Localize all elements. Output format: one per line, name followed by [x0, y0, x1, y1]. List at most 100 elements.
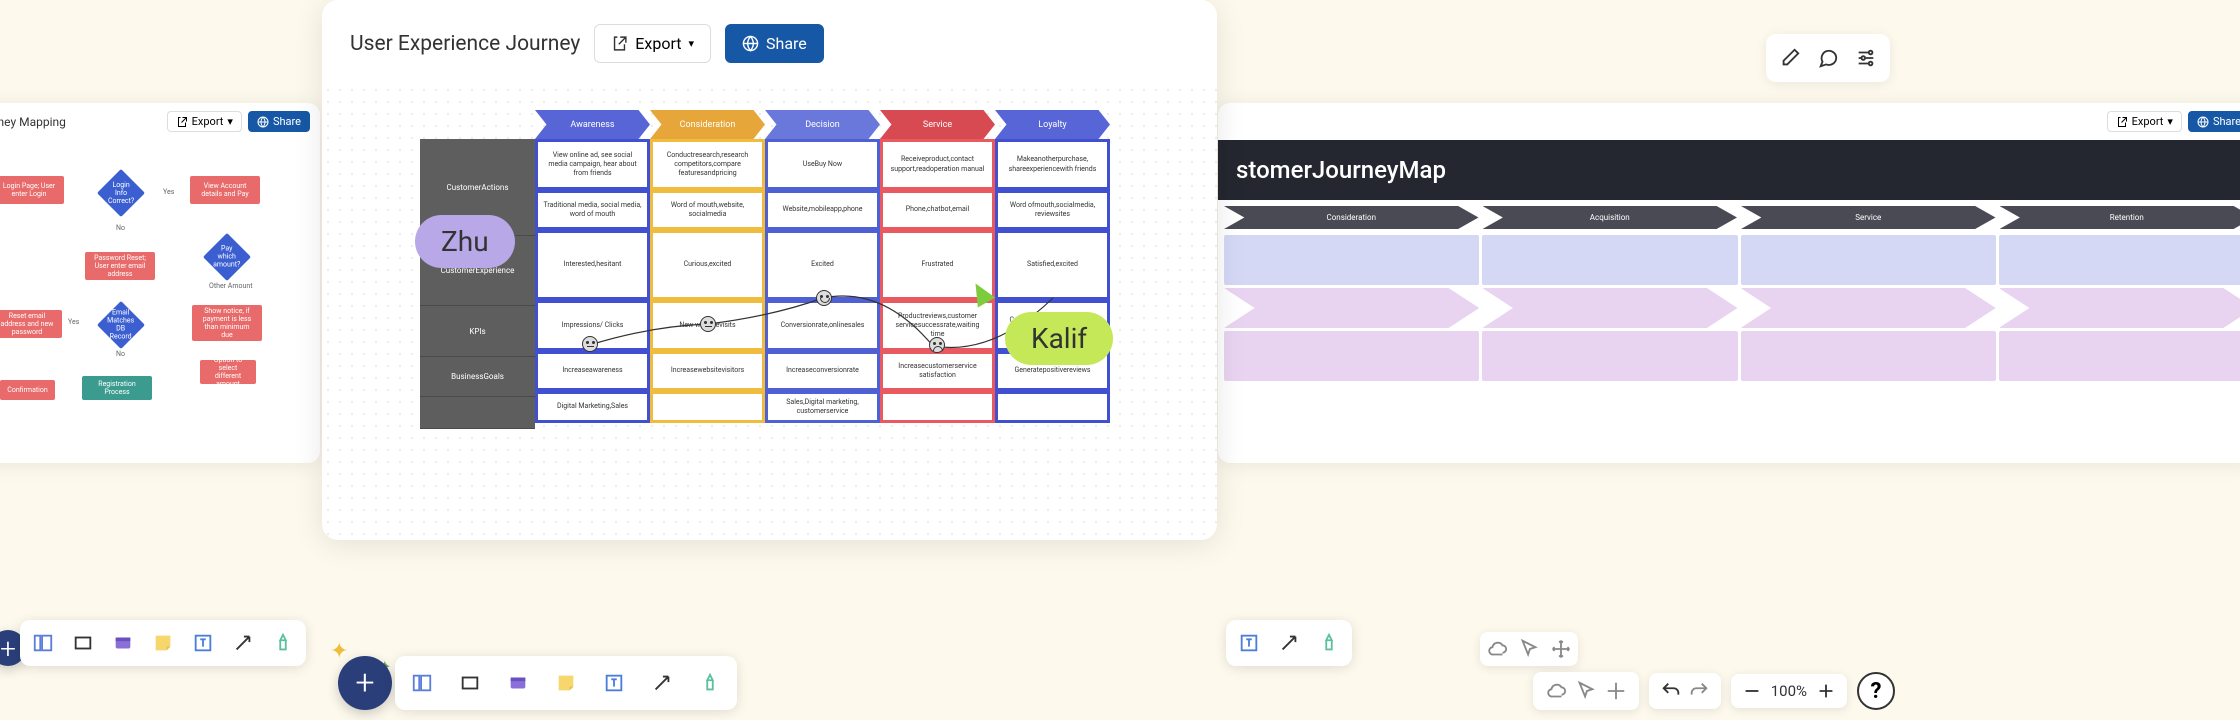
journey-cell[interactable]: Increaseconversionrate [768, 354, 877, 388]
panels-icon[interactable] [401, 662, 443, 704]
add-fab[interactable]: + [338, 656, 392, 710]
label-yes: Yes [163, 188, 174, 196]
document-title[interactable]: User Experience Journey [350, 32, 580, 56]
cjm-tab: Service [1741, 206, 1996, 229]
zoom-level[interactable]: 100% [1767, 682, 1811, 700]
export-button-small[interactable]: Export ▾ [167, 111, 242, 132]
sticky-note-icon[interactable] [545, 662, 587, 704]
share-button-small-right[interactable]: Share [2188, 111, 2240, 132]
node-notice: Show notice, if payment is less than min… [192, 305, 262, 341]
journey-cell[interactable] [998, 394, 1107, 420]
arrow-icon[interactable] [1272, 626, 1306, 660]
move-icon[interactable] [1603, 678, 1629, 704]
journey-stage-header[interactable]: Awareness [535, 110, 650, 139]
journey-cell[interactable]: Curious,excited [653, 233, 762, 297]
collaborator-cursor-kalif: Kalif [1005, 312, 1113, 365]
canvas-controls: 100% ? [1533, 672, 1895, 710]
node-correct: Login Info Correct? [97, 169, 145, 217]
highlighter-icon[interactable] [689, 662, 731, 704]
label-other: Other Amount [209, 282, 253, 290]
journey-sidebar-label [420, 397, 535, 429]
journey-stage-header[interactable]: Loyalty [995, 110, 1110, 139]
card-icon[interactable] [497, 662, 539, 704]
journey-cell[interactable]: Makeanotherpurchase, shareexperiencewith… [998, 142, 1107, 187]
export-button[interactable]: Export ▾ [594, 24, 711, 63]
journey-stage-header[interactable]: Service [880, 110, 995, 139]
text-frame-icon[interactable] [1232, 626, 1266, 660]
text-frame-icon[interactable] [186, 626, 220, 660]
cloud-icon[interactable] [1484, 636, 1510, 662]
node-resetemail: Reset email address and new password [0, 310, 62, 338]
journey-cell[interactable]: Conductresearch,research competitors,com… [653, 142, 762, 187]
card-icon[interactable] [106, 626, 140, 660]
edit-icon[interactable] [1774, 42, 1806, 74]
journey-cell[interactable] [883, 394, 992, 420]
journey-cell[interactable]: Word ofmouth,socialmedia, reviewsites [998, 193, 1107, 227]
journey-cell[interactable]: UseBuy Now [768, 142, 877, 187]
collaborator-cursor-zhu: Zhu [415, 215, 515, 268]
journey-cell[interactable]: Traditional media, social media, word of… [538, 193, 647, 227]
journey-sidebar-label: KPIs [420, 306, 535, 357]
flowchart-canvas: Login Page; User enter Login Login Info … [0, 140, 320, 450]
face-neutral-icon [582, 336, 598, 352]
journey-cell[interactable]: Phone,chatbot,email [883, 193, 992, 227]
redo-icon[interactable] [1687, 679, 1711, 703]
highlighter-icon[interactable] [1312, 626, 1346, 660]
sticky-note-icon[interactable] [146, 626, 180, 660]
rectangle-icon[interactable] [449, 662, 491, 704]
arrow-icon[interactable] [226, 626, 260, 660]
node-account: View Account details and Pay [190, 176, 260, 204]
journey-cell[interactable]: Increasecustomerservice satisfaction [883, 354, 992, 388]
zoom-out-icon[interactable] [1741, 680, 1763, 702]
journey-cell[interactable]: Increasewebsitevisitors [653, 354, 762, 388]
help-button[interactable]: ? [1857, 672, 1895, 710]
journey-cell[interactable]: Conversionrate,onlinesales [768, 303, 877, 348]
node-login: Login Page; User enter Login [0, 176, 64, 204]
journey-cell[interactable]: Interested,hesitant [538, 233, 647, 297]
cjm-tab: Consideration [1224, 206, 1479, 229]
pointer-icon[interactable] [1516, 636, 1542, 662]
journey-stage-header[interactable]: Consideration [650, 110, 765, 139]
zoom-in-icon[interactable] [1815, 680, 1837, 702]
journey-map[interactable]: CustomerActionsCustomerExperienceKPIsBus… [420, 110, 1110, 429]
comment-icon[interactable] [1812, 42, 1844, 74]
face-neutral-icon [700, 316, 716, 332]
journey-cell[interactable]: Receiveproduct,contact support,readopera… [883, 142, 992, 187]
globe-icon [742, 35, 759, 52]
journey-cell[interactable]: Website,mobileapp,phone [768, 193, 877, 227]
node-selectamt: Option to select different amount [200, 360, 256, 384]
node-paywhich: Pay which amount? [203, 233, 251, 281]
share-button[interactable]: Share [725, 24, 824, 63]
journey-cell[interactable]: Increaseawareness [538, 354, 647, 388]
export-button-small-right[interactable]: Export ▾ [2107, 111, 2182, 132]
journey-cell[interactable]: View online ad, see social media campaig… [538, 142, 647, 187]
journey-cell[interactable]: Word of mouth,website, socialmedia [653, 193, 762, 227]
share-button-small[interactable]: Share [248, 111, 310, 132]
journey-cell[interactable] [653, 394, 762, 420]
face-happy-icon [816, 290, 832, 306]
journey-cell[interactable]: Sales,Digital marketing, customerservice [768, 394, 877, 420]
caret-down-icon: ▾ [688, 37, 694, 50]
caret-down-icon: ▾ [227, 115, 233, 128]
pointer-icon[interactable] [1573, 678, 1599, 704]
journey-cell[interactable]: Digital Marketing,Sales [538, 394, 647, 420]
journey-cell[interactable]: Excited [768, 233, 877, 297]
label-yes-2: Yes [68, 318, 79, 326]
right-view-controls [1480, 632, 1578, 666]
text-frame-icon[interactable] [593, 662, 635, 704]
cjm-stage-tabs: Consideration Acquisition Service Retent… [1218, 200, 2240, 235]
rectangle-icon[interactable] [66, 626, 100, 660]
move-icon[interactable] [1548, 636, 1574, 662]
right-mini-toolbar [1226, 620, 1352, 666]
settings-sliders-icon[interactable] [1850, 42, 1882, 74]
cjm-tab: Acquisition [1483, 206, 1738, 229]
arrow-icon[interactable] [641, 662, 683, 704]
face-sad-icon [929, 337, 945, 353]
panels-icon[interactable] [26, 626, 60, 660]
journey-stage-header[interactable]: Decision [765, 110, 880, 139]
highlighter-icon[interactable] [266, 626, 300, 660]
journey-cell[interactable]: Satisfied,excited [998, 233, 1107, 297]
cloud-sync-icon[interactable] [1543, 678, 1569, 704]
left-mini-toolbar [20, 620, 306, 666]
undo-icon[interactable] [1659, 679, 1683, 703]
